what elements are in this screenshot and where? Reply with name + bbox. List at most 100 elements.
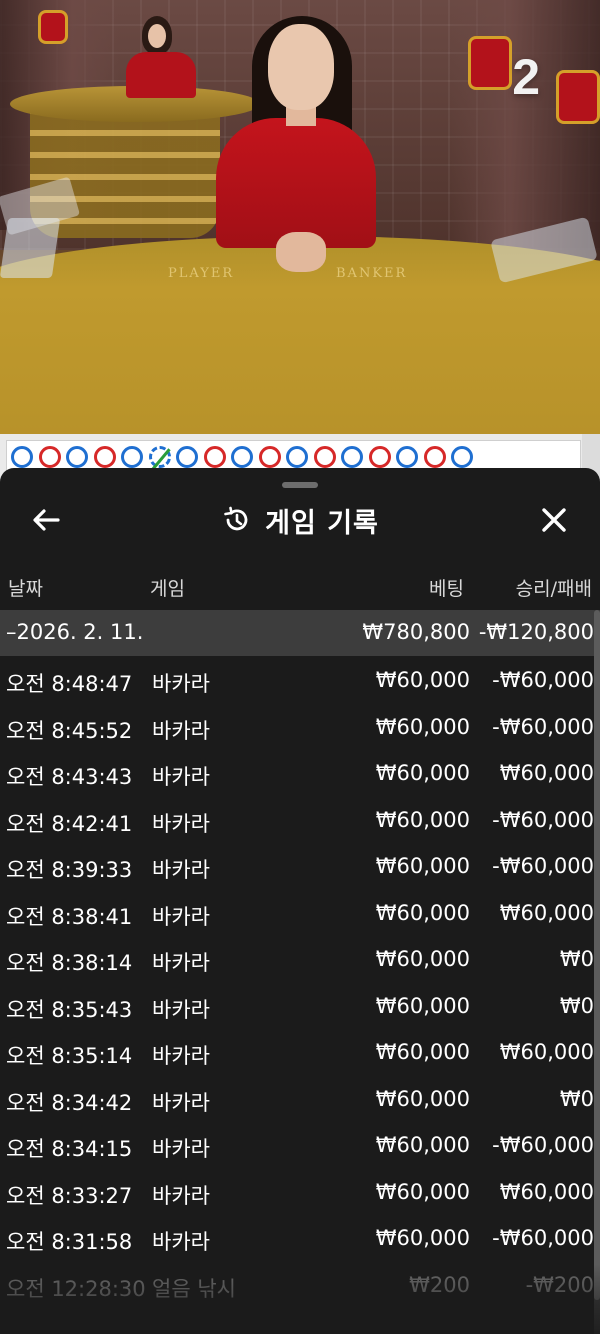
history-row[interactable]: 오전 8:42:41 바카라 ₩60,000 -₩60,000 — [0, 800, 600, 847]
history-row[interactable]: 오전 8:35:43 바카라 ₩60,000 ₩0 — [0, 986, 600, 1033]
row-bet: ₩60,000 — [375, 947, 470, 971]
row-bet: ₩60,000 — [375, 807, 470, 832]
row-time: 오전 8:38:41 — [6, 904, 133, 929]
road-bead-player — [231, 446, 253, 468]
row-time: 오전 8:35:43 — [6, 997, 133, 1022]
row-bet: ₩60,000 — [375, 761, 470, 785]
history-row[interactable]: 오전 8:31:58 바카라 ₩60,000 -₩60,000 — [0, 1218, 600, 1265]
row-time: 오전 8:43:43 — [6, 765, 133, 789]
row-result: ₩60,000 — [499, 900, 594, 925]
history-row[interactable]: 오전 8:38:14 바카라 ₩60,000 ₩0 — [0, 939, 600, 986]
road-bead-player — [11, 446, 33, 468]
column-header-game[interactable]: 게임 — [150, 574, 185, 600]
date-summary-row[interactable]: –2026. 2. 11. ₩780,800 -₩120,800 — [0, 610, 600, 656]
row-game: 바카라 — [152, 1044, 210, 1068]
column-header-bet[interactable]: 베팅 — [429, 574, 464, 600]
row-game: 바카라 — [152, 1183, 210, 1208]
row-result: -₩60,000 — [492, 668, 594, 692]
row-game: 바카라 — [152, 765, 210, 789]
history-row[interactable]: 오전 8:45:52 바카라 ₩60,000 -₩60,000 — [0, 707, 600, 754]
row-game: 얼음 낚시 — [152, 1276, 236, 1301]
row-bet: ₩200 — [409, 1272, 470, 1297]
row-bet: ₩60,000 — [375, 1133, 470, 1157]
history-icon — [224, 506, 248, 531]
history-row[interactable]: 오전 8:34:42 바카라 ₩60,000 ₩0 — [0, 1079, 600, 1126]
row-result: ₩0 — [559, 1086, 594, 1111]
road-bead-banker — [93, 446, 116, 468]
game-history-sheet: 게임 기록 날짜 게임 베팅 승리/패배 –2026. 2. 11. ₩780,… — [0, 468, 600, 1334]
history-list: 오전 8:48:47 바카라 ₩60,000 -₩60,000 오전 8:45:… — [0, 660, 600, 1311]
row-result: -₩60,000 — [492, 714, 594, 739]
dealer — [216, 118, 376, 248]
lantern-decoration — [468, 36, 512, 90]
row-result: ₩0 — [559, 993, 594, 1018]
history-row[interactable]: 오전 8:34:15 바카라 ₩60,000 -₩60,000 — [0, 1125, 600, 1172]
row-time: 오전 8:45:52 — [6, 718, 133, 743]
row-time: 오전 8:35:14 — [6, 1044, 133, 1068]
row-bet: ₩60,000 — [375, 1086, 470, 1111]
history-row[interactable]: 오전 8:48:47 바카라 ₩60,000 -₩60,000 — [0, 660, 600, 707]
row-time: 오전 8:39:33 — [6, 858, 133, 882]
row-game: 바카라 — [152, 904, 210, 929]
history-row[interactable]: 오전 8:33:27 바카라 ₩60,000 ₩60,000 — [0, 1172, 600, 1219]
history-row[interactable]: 오전 8:43:43 바카라 ₩60,000 ₩60,000 — [0, 753, 600, 800]
road-bead-player — [176, 446, 198, 468]
round-number: 2 — [512, 49, 540, 105]
row-result: ₩60,000 — [499, 1179, 594, 1204]
row-bet: ₩60,000 — [375, 714, 470, 739]
row-bet: ₩60,000 — [375, 1040, 470, 1064]
road-bead-player — [396, 446, 418, 468]
row-bet: ₩60,000 — [375, 993, 470, 1018]
road-bead-player — [341, 446, 363, 468]
history-row[interactable]: 오전 8:38:41 바카라 ₩60,000 ₩60,000 — [0, 893, 600, 940]
road-bead-banker — [258, 446, 281, 468]
row-result: -₩60,000 — [492, 807, 594, 832]
dealer-hands — [276, 232, 326, 272]
sheet-title-group: 게임 기록 — [0, 500, 600, 540]
row-bet: ₩60,000 — [375, 1179, 470, 1204]
row-time: 오전 8:48:47 — [6, 672, 133, 696]
dealer-face — [268, 24, 334, 110]
row-game: 바카라 — [152, 811, 210, 836]
column-header-date[interactable]: 날짜 — [8, 574, 43, 600]
live-video-stream: PLAYER BANKER 2 — [0, 0, 600, 440]
row-game: 바카라 — [152, 1230, 210, 1254]
road-bead-banker — [313, 446, 336, 468]
history-scrollbar-thumb[interactable] — [594, 610, 600, 1300]
row-game: 바카라 — [152, 672, 210, 696]
close-button[interactable] — [534, 500, 574, 540]
table-label-banker: BANKER — [336, 266, 408, 281]
row-game: 바카라 — [152, 718, 210, 743]
row-bet: ₩60,000 — [375, 900, 470, 925]
row-game: 바카라 — [152, 1137, 210, 1161]
history-row[interactable]: 오전 12:28:30 얼음 낚시 ₩200 -₩200 — [0, 1265, 600, 1312]
summary-bet-total: ₩780,800 — [362, 620, 470, 644]
row-game: 바카라 — [152, 951, 210, 975]
road-bead-player — [121, 446, 143, 468]
summary-result-total: -₩120,800 — [478, 620, 594, 644]
history-row[interactable]: 오전 8:35:14 바카라 ₩60,000 ₩60,000 — [0, 1032, 600, 1079]
row-time: 오전 8:34:42 — [6, 1090, 133, 1115]
row-result: ₩60,000 — [499, 1040, 594, 1064]
road-bead-banker — [38, 446, 61, 468]
road-bead-player — [66, 446, 88, 468]
summary-date: –2026. 2. 11. — [6, 620, 144, 644]
sheet-title: 게임 기록 — [265, 507, 379, 539]
road-bead-player — [451, 446, 473, 468]
sheet-grabber[interactable] — [282, 482, 318, 488]
row-time: 오전 8:38:14 — [6, 951, 133, 975]
row-result: -₩60,000 — [492, 854, 594, 878]
row-bet: ₩60,000 — [375, 854, 470, 878]
road-bead-player — [286, 446, 308, 468]
history-row[interactable]: 오전 8:39:33 바카라 ₩60,000 -₩60,000 — [0, 846, 600, 893]
row-game: 바카라 — [152, 1090, 210, 1115]
row-bet: ₩60,000 — [375, 1226, 470, 1250]
row-game: 바카라 — [152, 858, 210, 882]
row-result: -₩60,000 — [492, 1226, 594, 1250]
row-result: ₩60,000 — [499, 761, 594, 785]
sheet-header: 게임 기록 — [0, 490, 600, 550]
background-dealer-face — [148, 24, 166, 48]
column-header-result[interactable]: 승리/패배 — [516, 574, 592, 600]
row-game: 바카라 — [152, 997, 210, 1022]
background-dealer — [126, 52, 196, 98]
